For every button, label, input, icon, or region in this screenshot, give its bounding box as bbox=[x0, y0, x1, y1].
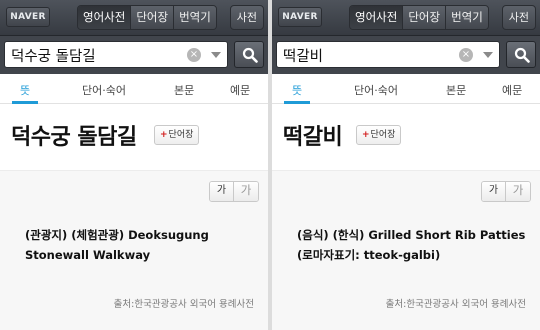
definition-line: (로마자표기: tteok-galbi) bbox=[297, 248, 441, 262]
search-input[interactable]: 덕수궁 돌담길 × bbox=[4, 41, 228, 68]
source-credit: 출처:한국관광공사 외국어 용례사전 bbox=[113, 299, 254, 310]
result-tabs: 뜻 단어·숙어 본문 예문 bbox=[0, 74, 268, 104]
tab-examples[interactable]: 예문 bbox=[230, 82, 250, 98]
dictionary-button[interactable]: 사전 bbox=[501, 5, 536, 30]
font-decrease-button[interactable]: 가 bbox=[482, 182, 506, 201]
naver-logo[interactable]: NAVER bbox=[278, 7, 322, 27]
naver-logo[interactable]: NAVER bbox=[6, 7, 50, 27]
wordbook-button-label: 단어장 bbox=[168, 130, 194, 140]
font-increase-button[interactable]: 가 bbox=[506, 182, 530, 201]
definition-text: (관광지) (체험관광) Deoksugung Stonewall Walkwa… bbox=[25, 225, 261, 265]
nav-wordbook[interactable]: 단어장 bbox=[403, 6, 447, 29]
font-size-controls: 가 가 bbox=[481, 181, 531, 202]
search-icon bbox=[514, 47, 530, 63]
search-input-value: 떡갈비 bbox=[283, 49, 324, 65]
search-button[interactable] bbox=[234, 41, 264, 68]
dictionary-button[interactable]: 사전 bbox=[229, 5, 264, 30]
search-input-value: 덕수궁 돌담길 bbox=[11, 49, 96, 65]
font-size-controls: 가 가 bbox=[209, 181, 259, 202]
dropdown-arrow-icon[interactable] bbox=[211, 52, 221, 58]
tab-words-idioms[interactable]: 단어·숙어 bbox=[354, 82, 398, 98]
definition-line: Stonewall Walkway bbox=[25, 248, 151, 262]
headword-section: 덕수궁 돌담길 +단어장 bbox=[0, 105, 268, 171]
tab-meaning[interactable]: 뜻 bbox=[20, 82, 30, 98]
source-credit: 출처:한국관광공사 외국어 용례사전 bbox=[385, 299, 526, 310]
screenshot-pair: NAVER 영어사전 단어장 번역기 사전 덕수궁 돌담길 × 뜻 단어·숙어 … bbox=[0, 0, 540, 330]
definition-section: 가 가 (음식) (한식) Grilled Short Rib Patties … bbox=[272, 171, 540, 330]
headword: 떡갈비 bbox=[283, 125, 343, 150]
tab-body-text[interactable]: 본문 bbox=[174, 82, 194, 98]
nav-translator[interactable]: 번역기 bbox=[446, 6, 488, 29]
nav-wordbook[interactable]: 단어장 bbox=[131, 6, 175, 29]
add-to-wordbook-button[interactable]: +단어장 bbox=[154, 125, 200, 145]
tab-words-idioms[interactable]: 단어·숙어 bbox=[82, 82, 126, 98]
search-icon bbox=[242, 47, 258, 63]
phone-screen-right: NAVER 영어사전 단어장 번역기 사전 떡갈비 × 뜻 단어·숙어 본문 예… bbox=[272, 0, 540, 330]
active-tab-indicator bbox=[12, 101, 38, 104]
result-tabs: 뜻 단어·숙어 본문 예문 bbox=[272, 74, 540, 104]
top-bar: NAVER 영어사전 단어장 번역기 사전 bbox=[272, 0, 540, 36]
definition-line: (음식) (한식) Grilled Short Rib Patties bbox=[297, 228, 526, 242]
definition-text: (음식) (한식) Grilled Short Rib Patties (로마자… bbox=[297, 225, 533, 265]
dictionary-nav: 영어사전 단어장 번역기 bbox=[349, 5, 489, 30]
headword: 덕수궁 돌담길 bbox=[11, 125, 137, 150]
search-input[interactable]: 떡갈비 × bbox=[276, 41, 500, 68]
plus-icon: + bbox=[160, 130, 168, 140]
search-bar: 떡갈비 × bbox=[272, 36, 540, 74]
nav-translator[interactable]: 번역기 bbox=[174, 6, 216, 29]
plus-icon: + bbox=[362, 130, 370, 140]
search-bar: 덕수궁 돌담길 × bbox=[0, 36, 268, 74]
search-button[interactable] bbox=[506, 41, 536, 68]
tab-meaning[interactable]: 뜻 bbox=[292, 82, 302, 98]
font-decrease-button[interactable]: 가 bbox=[210, 182, 234, 201]
active-tab-indicator bbox=[284, 101, 310, 104]
clear-icon[interactable]: × bbox=[459, 48, 473, 62]
clear-icon[interactable]: × bbox=[187, 48, 201, 62]
headword-section: 떡갈비 +단어장 bbox=[272, 105, 540, 171]
tab-examples[interactable]: 예문 bbox=[502, 82, 522, 98]
nav-english-dictionary[interactable]: 영어사전 bbox=[78, 6, 132, 29]
dictionary-nav: 영어사전 단어장 번역기 bbox=[77, 5, 217, 30]
phone-screen-left: NAVER 영어사전 단어장 번역기 사전 덕수궁 돌담길 × 뜻 단어·숙어 … bbox=[0, 0, 268, 330]
definition-line: (관광지) (체험관광) Deoksugung bbox=[25, 228, 209, 242]
tab-body-text[interactable]: 본문 bbox=[446, 82, 466, 98]
wordbook-button-label: 단어장 bbox=[370, 130, 396, 140]
dropdown-arrow-icon[interactable] bbox=[483, 52, 493, 58]
nav-english-dictionary[interactable]: 영어사전 bbox=[350, 6, 404, 29]
definition-section: 가 가 (관광지) (체험관광) Deoksugung Stonewall Wa… bbox=[0, 171, 268, 330]
top-bar: NAVER 영어사전 단어장 번역기 사전 bbox=[0, 0, 268, 36]
add-to-wordbook-button[interactable]: +단어장 bbox=[356, 125, 402, 145]
font-increase-button[interactable]: 가 bbox=[234, 182, 258, 201]
